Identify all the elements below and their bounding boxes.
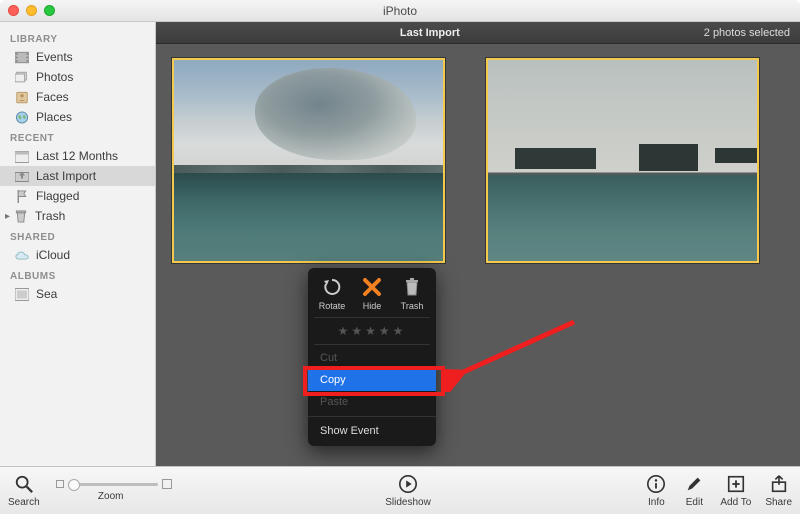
info-icon — [644, 473, 668, 495]
sidebar-item-last-import[interactable]: Last Import — [0, 166, 155, 186]
traffic-lights — [8, 5, 55, 16]
titlebar: iPhoto — [0, 0, 800, 22]
trash-icon — [401, 276, 423, 298]
sidebar-item-photos[interactable]: Photos — [0, 67, 155, 87]
zoom-in-icon[interactable] — [162, 479, 172, 489]
context-menu: Rotate Hide Trash ★★★★★ Cut Copy — [308, 268, 436, 446]
photo-thumbnail[interactable] — [172, 58, 445, 263]
flag-icon — [14, 190, 30, 203]
stack-icon — [14, 71, 30, 84]
sidebar-item-label: Sea — [36, 287, 57, 301]
context-rotate-button[interactable]: Rotate — [314, 276, 350, 311]
bottom-toolbar: Search Zoom Slideshow Info Edit — [0, 466, 800, 514]
plus-square-icon — [724, 473, 748, 495]
photo-thumbnail[interactable] — [486, 58, 759, 263]
search-icon — [12, 473, 36, 495]
context-button-label: Trash — [401, 301, 424, 311]
zoom-control[interactable]: Zoom — [50, 479, 172, 502]
sidebar: LIBRARY Events Photos Faces Places RECEN… — [0, 22, 156, 466]
sidebar-item-album-sea[interactable]: Sea — [0, 284, 155, 304]
photo-grid[interactable]: Rotate Hide Trash ★★★★★ Cut Copy — [156, 44, 800, 466]
context-button-label: Rotate — [319, 301, 346, 311]
sidebar-item-label: iCloud — [36, 248, 70, 262]
slideshow-button[interactable]: Slideshow — [385, 473, 431, 508]
toolbar-label: Search — [8, 497, 40, 508]
toolbar-label: Zoom — [98, 491, 124, 502]
toolbar-label: Edit — [686, 497, 703, 508]
sidebar-item-label: Faces — [36, 90, 69, 104]
play-icon — [396, 473, 420, 495]
sidebar-item-trash[interactable]: ▸ Trash — [0, 206, 155, 226]
cloud-icon — [14, 249, 30, 262]
sidebar-item-label: Last 12 Months — [36, 149, 118, 163]
sidebar-item-label: Trash — [35, 209, 65, 223]
window: iPhoto LIBRARY Events Photos Faces Place… — [0, 0, 800, 514]
menu-separator — [308, 416, 436, 417]
info-button[interactable]: Info — [644, 473, 668, 508]
toolbar-label: Share — [765, 497, 792, 508]
sidebar-item-faces[interactable]: Faces — [0, 87, 155, 107]
sidebar-item-label: Places — [36, 110, 72, 124]
sidebar-item-label: Flagged — [36, 189, 79, 203]
sidebar-section-library: LIBRARY — [0, 28, 155, 47]
main-area: Last Import 2 photos selected Rotate — [156, 22, 800, 466]
sidebar-item-label: Photos — [36, 70, 73, 84]
x-icon — [361, 276, 383, 298]
share-button[interactable]: Share — [765, 473, 792, 508]
sidebar-item-label: Events — [36, 50, 73, 64]
close-window-button[interactable] — [8, 5, 19, 16]
zoom-slider-knob[interactable] — [68, 479, 80, 491]
search-button[interactable]: Search — [8, 473, 40, 508]
import-icon — [14, 170, 30, 183]
context-button-label: Hide — [363, 301, 382, 311]
rotate-icon — [321, 276, 343, 298]
toolbar-label: Add To — [720, 497, 751, 508]
edit-button[interactable]: Edit — [682, 473, 706, 508]
context-menu-show-event[interactable]: Show Event — [308, 420, 436, 442]
globe-icon — [14, 111, 30, 124]
sidebar-section-albums: ALBUMS — [0, 265, 155, 284]
annotation-arrow — [444, 312, 594, 392]
context-trash-button[interactable]: Trash — [394, 276, 430, 311]
sidebar-item-icloud[interactable]: iCloud — [0, 245, 155, 265]
sidebar-item-places[interactable]: Places — [0, 107, 155, 127]
disclosure-icon[interactable]: ▸ — [5, 211, 10, 222]
content-header: Last Import 2 photos selected — [156, 22, 800, 44]
fullscreen-window-button[interactable] — [44, 5, 55, 16]
share-icon — [767, 473, 791, 495]
content-title: Last Import — [156, 27, 704, 39]
context-menu-paste[interactable]: Paste — [308, 391, 436, 413]
film-icon — [14, 51, 30, 64]
toolbar-label: Slideshow — [385, 497, 431, 508]
selection-status: 2 photos selected — [704, 27, 800, 39]
trash-icon — [13, 210, 29, 223]
app-title: iPhoto — [0, 4, 800, 18]
context-menu-copy[interactable]: Copy — [308, 369, 436, 391]
toolbar-label: Info — [648, 497, 665, 508]
sidebar-item-events[interactable]: Events — [0, 47, 155, 67]
sidebar-section-shared: SHARED — [0, 226, 155, 245]
calendar-icon — [14, 150, 30, 163]
zoom-out-icon[interactable] — [56, 480, 64, 488]
face-icon — [14, 91, 30, 104]
context-menu-cut[interactable]: Cut — [308, 347, 436, 369]
sidebar-item-label: Last Import — [36, 169, 96, 183]
rating-stars[interactable]: ★★★★★ — [314, 317, 430, 345]
context-hide-button[interactable]: Hide — [354, 276, 390, 311]
pencil-icon — [682, 473, 706, 495]
album-icon — [14, 288, 30, 301]
add-to-button[interactable]: Add To — [720, 473, 751, 508]
sidebar-item-last-12-months[interactable]: Last 12 Months — [0, 146, 155, 166]
minimize-window-button[interactable] — [26, 5, 37, 16]
sidebar-section-recent: RECENT — [0, 127, 155, 146]
zoom-slider-track[interactable] — [68, 483, 158, 486]
sidebar-item-flagged[interactable]: Flagged — [0, 186, 155, 206]
